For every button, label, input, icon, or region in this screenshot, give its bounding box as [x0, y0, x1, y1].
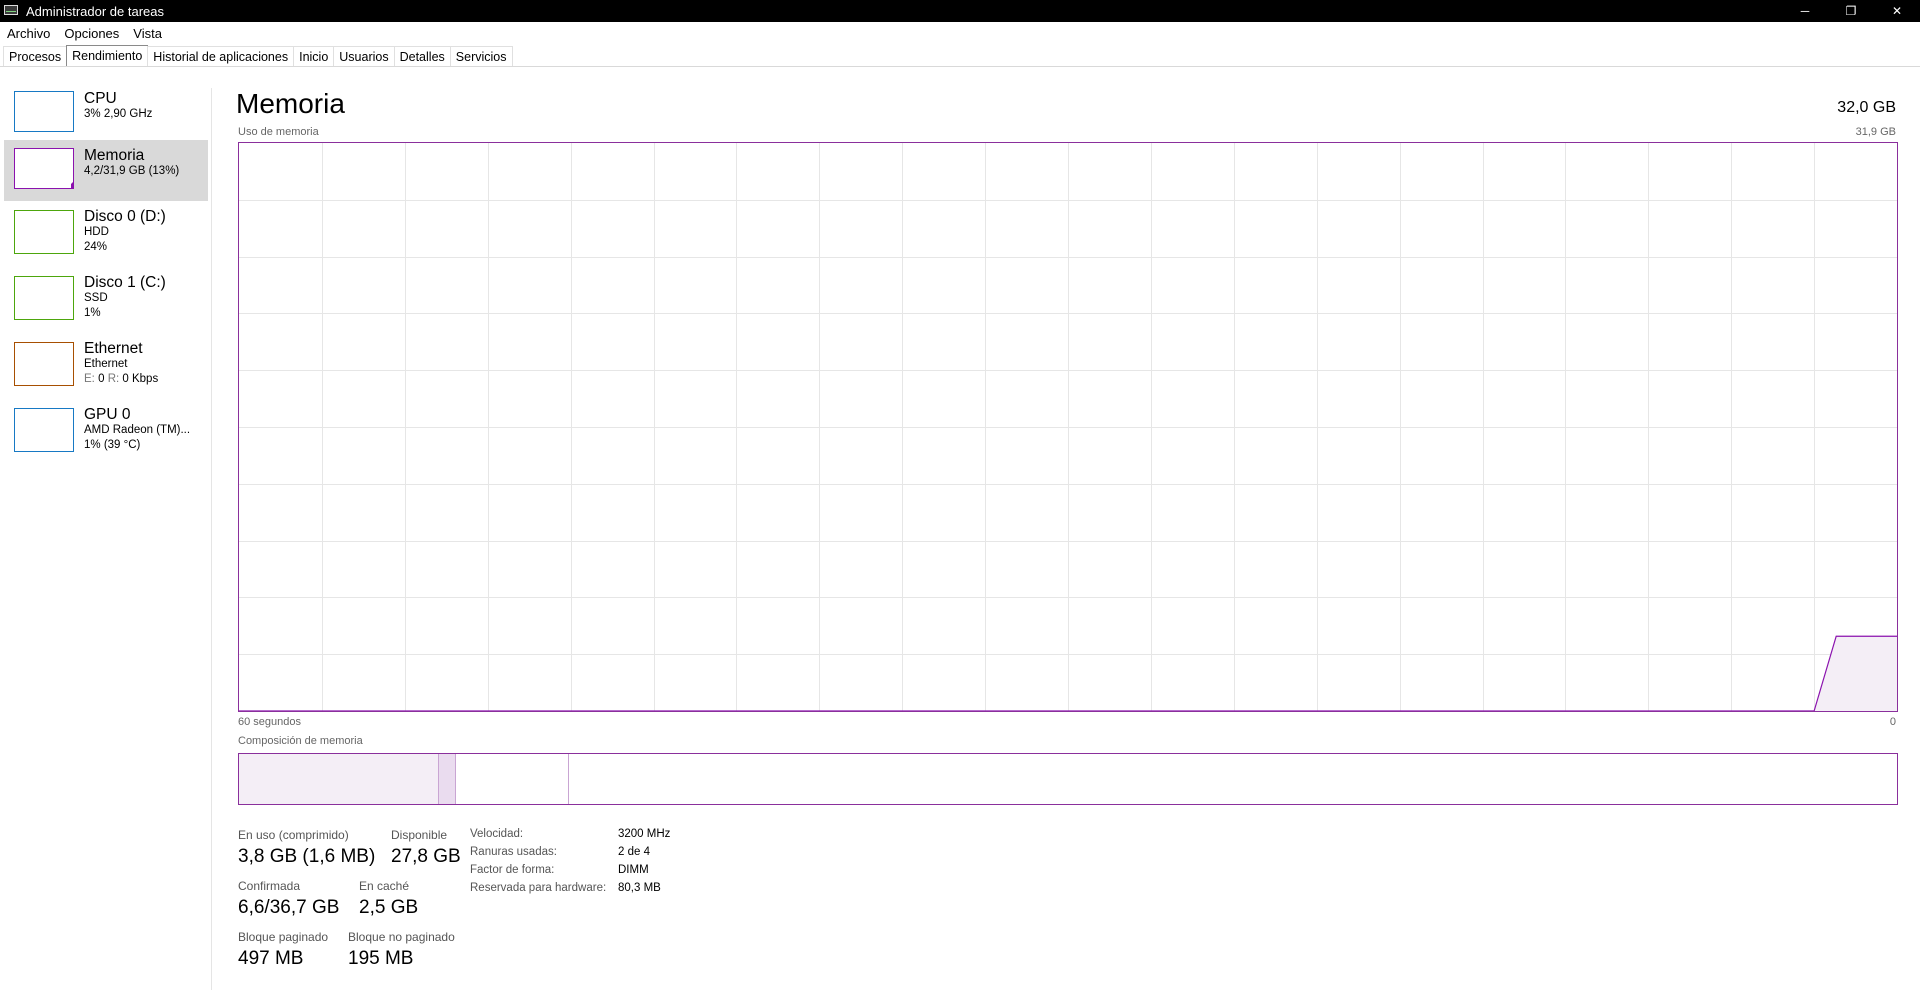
committed-label: Confirmada — [238, 879, 301, 893]
task-manager-icon — [4, 4, 20, 18]
receive-label: R: — [107, 373, 120, 385]
memory-panel: Memoria 32,0 GB Uso de memoria 31,9 GB 6… — [213, 67, 1920, 990]
cached-value: 2,5 GB — [359, 897, 419, 918]
sidebar-item-gpu[interactable]: GPU 0 AMD Radeon (TM)... 1% (39 °C) — [4, 404, 208, 466]
sidebar-item-detail: HDD — [84, 226, 109, 238]
spec-form-factor-value: DIMM — [618, 864, 649, 876]
composition-modified — [439, 754, 456, 804]
spec-reserved-label: Reservada para hardware: — [470, 882, 607, 894]
composition-in-use — [239, 754, 439, 804]
tab-historial[interactable]: Historial de aplicaciones — [147, 46, 295, 66]
memory-usage-graph — [238, 142, 1898, 712]
sidebar-item-detail: Ethernet — [84, 358, 128, 370]
spec-speed-value: 3200 MHz — [618, 828, 671, 840]
sidebar-item-throughput: E: 0 R: 0 Kbps — [84, 373, 158, 385]
sidebar-item-name: Disco 1 (C:) — [84, 274, 166, 291]
spec-slots-value: 2 de 4 — [618, 846, 650, 858]
composition-label: Composición de memoria — [238, 735, 363, 747]
receive-value: 0 Kbps — [122, 373, 159, 385]
paged-pool-label: Bloque paginado — [238, 930, 329, 944]
menu-archivo[interactable]: Archivo — [0, 26, 57, 41]
in-use-value: 3,8 GB (1,6 MB) — [238, 846, 376, 867]
minimize-button[interactable]: ─ — [1782, 0, 1828, 22]
sidebar-item-detail: 4,2/31,9 GB (13%) — [84, 165, 180, 177]
disk1-thumbnail-graph — [14, 276, 74, 320]
sidebar-item-name: CPU — [84, 90, 117, 107]
composition-free — [569, 754, 1897, 804]
tab-bar: Procesos Rendimiento Historial de aplica… — [0, 45, 1920, 67]
tab-procesos[interactable]: Procesos — [3, 46, 68, 66]
tab-inicio[interactable]: Inicio — [293, 46, 335, 66]
nonpaged-pool-value: 195 MB — [348, 948, 414, 969]
window-title: Administrador de tareas — [26, 3, 165, 19]
sidebar-item-ethernet[interactable]: Ethernet Ethernet E: 0 R: 0 Kbps — [4, 338, 208, 400]
available-label: Disponible — [391, 828, 448, 842]
sidebar-item-detail: 3% 2,90 GHz — [84, 108, 153, 120]
usage-graph-max: 31,9 GB — [1855, 126, 1896, 138]
resource-sidebar: CPU 3% 2,90 GHz Memoria 4,2/31,9 GB (13%… — [0, 88, 212, 990]
memory-thumbnail-graph — [14, 148, 74, 189]
restore-button[interactable]: ❐ — [1828, 0, 1874, 22]
menu-vista[interactable]: Vista — [126, 26, 169, 41]
tab-servicios[interactable]: Servicios — [449, 46, 513, 66]
nonpaged-pool-label: Bloque no paginado — [348, 930, 455, 944]
cached-label: En caché — [359, 879, 410, 893]
composition-standby — [456, 754, 569, 804]
cpu-thumbnail-graph — [14, 91, 74, 132]
title-bar: Administrador de tareas ─ ❐ ✕ — [0, 0, 1920, 22]
in-use-label: En uso (comprimido) — [238, 828, 349, 842]
sidebar-item-usage: 24% — [84, 241, 108, 253]
sidebar-item-disco1[interactable]: Disco 1 (C:) SSD 1% — [4, 272, 208, 334]
close-button[interactable]: ✕ — [1874, 0, 1920, 22]
available-value: 27,8 GB — [391, 846, 461, 867]
sidebar-item-memoria[interactable]: Memoria 4,2/31,9 GB (13%) — [4, 140, 208, 201]
spec-slots-label: Ranuras usadas: — [470, 846, 557, 858]
page-title: Memoria — [236, 88, 345, 119]
sidebar-item-name: Ethernet — [84, 340, 143, 357]
usage-graph-label: Uso de memoria — [238, 126, 319, 138]
sidebar-item-disco0[interactable]: Disco 0 (D:) HDD 24% — [4, 206, 208, 268]
graph-time-right: 0 — [1889, 716, 1896, 728]
sidebar-item-name: GPU 0 — [84, 406, 131, 423]
tab-detalles[interactable]: Detalles — [393, 46, 451, 66]
gpu-thumbnail-graph — [14, 408, 74, 452]
send-label: E: — [84, 373, 95, 385]
graph-time-left: 60 segundos — [238, 716, 301, 728]
menu-bar: Archivo Opciones Vista — [0, 22, 1920, 44]
paged-pool-value: 497 MB — [238, 948, 304, 969]
disk0-thumbnail-graph — [14, 210, 74, 254]
spec-speed-label: Velocidad: — [470, 828, 524, 840]
sidebar-item-detail: SSD — [84, 292, 108, 304]
menu-opciones[interactable]: Opciones — [57, 26, 126, 41]
memory-composition-bar — [238, 753, 1898, 805]
committed-value: 6,6/36,7 GB — [238, 897, 340, 918]
tab-usuarios[interactable]: Usuarios — [333, 46, 395, 66]
sidebar-item-detail: AMD Radeon (TM)... — [84, 424, 191, 436]
memory-usage-chart — [239, 143, 1897, 711]
spec-reserved-value: 80,3 MB — [618, 882, 661, 894]
spec-form-factor-label: Factor de forma: — [470, 864, 555, 876]
tab-rendimiento[interactable]: Rendimiento — [66, 45, 149, 66]
send-value: 0 — [98, 373, 105, 385]
total-memory: 32,0 GB — [1837, 99, 1896, 116]
ethernet-thumbnail-graph — [14, 342, 74, 386]
sidebar-item-usage: 1% — [84, 307, 101, 319]
sidebar-item-name: Memoria — [84, 147, 145, 164]
sidebar-item-name: Disco 0 (D:) — [84, 208, 166, 225]
sidebar-item-usage: 1% (39 °C) — [84, 439, 141, 451]
